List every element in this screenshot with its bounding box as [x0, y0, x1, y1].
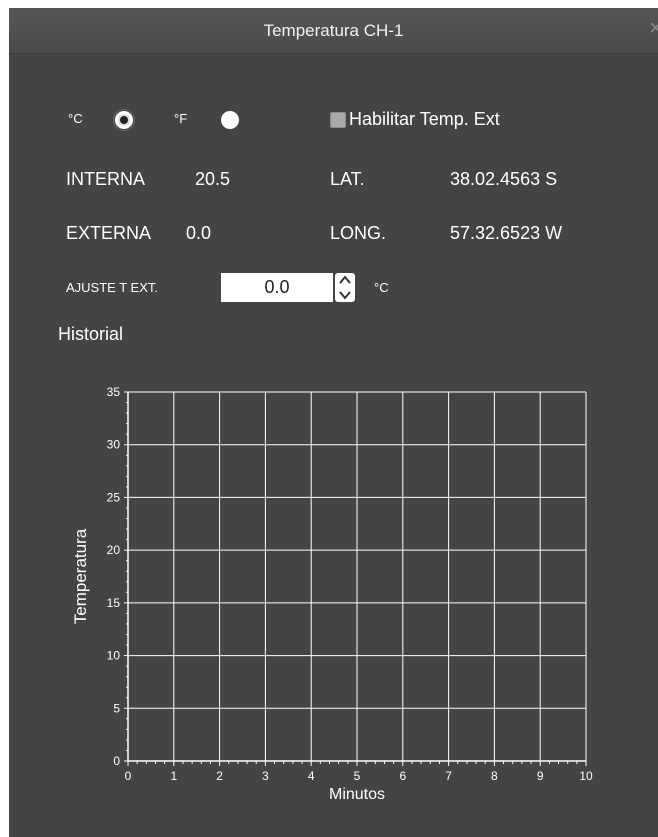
spinner-buttons: [335, 273, 355, 302]
y-axis-title: Temperatura: [71, 528, 90, 624]
external-value: 0.0: [186, 223, 212, 243]
temperature-window: Temperatura CH-1 × °C °F Habilitar Temp.…: [9, 8, 658, 837]
adjust-label: AJUSTE T EXT.: [66, 280, 158, 295]
y-tick-label: 35: [107, 385, 121, 399]
x-tick-label: 6: [399, 769, 406, 783]
x-tick-label: 0: [125, 769, 132, 783]
adjust-input[interactable]: [221, 273, 333, 302]
x-tick-label: 3: [262, 769, 269, 783]
x-tick-label: 9: [537, 769, 544, 783]
y-tick-label: 25: [107, 490, 121, 504]
long-label: LONG.: [330, 223, 387, 243]
celsius-label: °C: [68, 111, 83, 126]
x-tick-label: 2: [216, 769, 223, 783]
celsius-radio[interactable]: [113, 109, 135, 131]
x-tick-label: 8: [491, 769, 498, 783]
internal-label: INTERNA: [66, 169, 146, 189]
fahrenheit-radio[interactable]: [221, 111, 239, 129]
history-chart: 0 5 10 15 20 25 30 35 0 1 2 3 4 5 6 7 8 9 10 Minutos Tempera…: [71, 385, 593, 803]
history-label: Historial: [58, 324, 124, 344]
title-bar[interactable]: Temperatura CH-1 ×: [9, 8, 658, 54]
y-tick-label: 15: [107, 596, 121, 610]
fahrenheit-label: °F: [174, 111, 188, 126]
long-value: 57.32.6523 W: [450, 223, 563, 243]
y-tick-label: 5: [113, 701, 120, 715]
x-tick-label: 7: [445, 769, 452, 783]
x-tick-label: 4: [308, 769, 315, 783]
x-tick-label: 10: [579, 769, 593, 783]
x-tick-label: 5: [354, 769, 361, 783]
chevron-up-icon[interactable]: [335, 273, 355, 287]
external-label: EXTERNA: [66, 223, 152, 243]
enable-external-label: Habilitar Temp. Ext: [349, 109, 500, 129]
chevron-down-icon[interactable]: [335, 288, 355, 302]
adjust-unit: °C: [374, 280, 389, 295]
adjust-spinner: [221, 273, 355, 302]
y-tick-label: 10: [107, 649, 121, 663]
lat-value: 38.02.4563 S: [450, 169, 558, 189]
y-tick-label: 30: [107, 438, 121, 452]
close-icon[interactable]: ×: [649, 17, 658, 39]
internal-value: 20.5: [195, 169, 231, 189]
x-tick-label: 1: [170, 769, 177, 783]
lat-label: LAT.: [330, 169, 365, 189]
window-title: Temperatura CH-1: [263, 21, 404, 40]
y-tick-label: 0: [113, 754, 120, 768]
y-tick-label: 20: [107, 543, 121, 557]
enable-external-checkbox[interactable]: [330, 112, 346, 128]
x-axis-title: Minutos: [329, 786, 385, 803]
